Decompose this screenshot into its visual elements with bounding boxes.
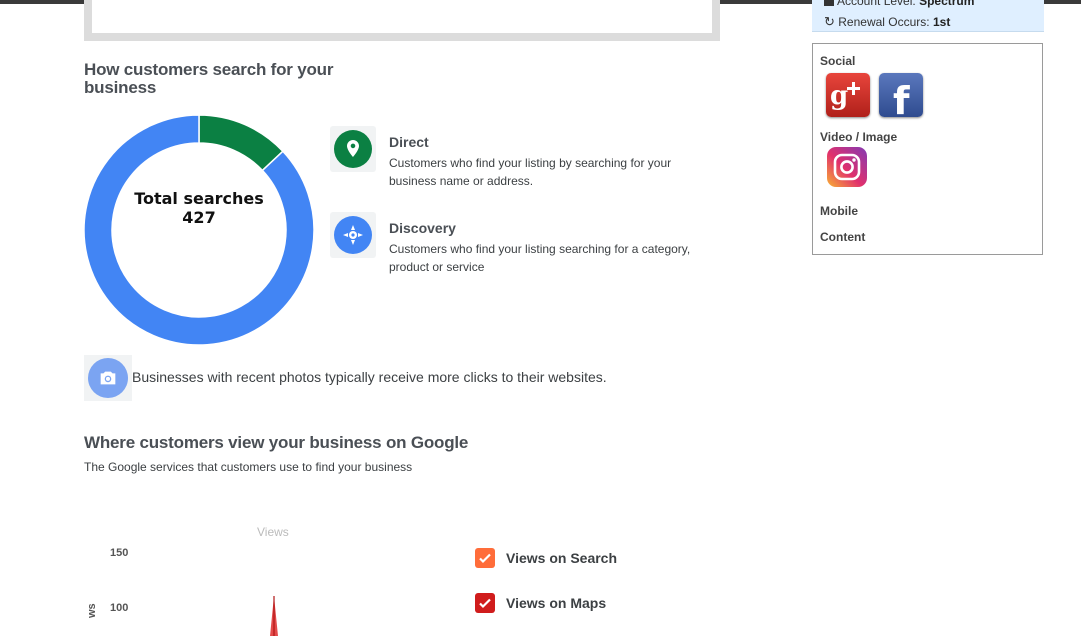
instagram-icon[interactable]: [827, 147, 867, 187]
renewal-label: Renewal Occurs:: [838, 15, 930, 29]
views-section-title: Where customers view your business on Go…: [84, 433, 469, 452]
photo-tip: Businesses with recent photos typically …: [84, 355, 724, 401]
searches-donut-chart: Total searches 427: [84, 115, 314, 345]
check-icon: [479, 598, 491, 609]
compass-icon: [343, 225, 363, 245]
views-on-maps-label: Views on Maps: [506, 595, 607, 611]
content-link[interactable]: Content: [820, 230, 865, 244]
views-on-maps-checkbox[interactable]: [475, 593, 495, 613]
svg-text:f: f: [893, 79, 910, 117]
refresh-icon: ↻: [824, 14, 835, 29]
views-chart-plot: [270, 596, 278, 636]
views-on-search-label: Views on Search: [506, 550, 618, 566]
legend-direct: Direct Customers who find your listing b…: [330, 126, 710, 188]
legend-direct-title: Direct: [389, 134, 429, 150]
account-level-label: Account Level:: [837, 0, 916, 8]
check-icon: [479, 553, 491, 564]
renewal-value: 1st: [932, 15, 951, 29]
legend-discovery-description: Customers who find your listing searchin…: [389, 242, 691, 274]
views-section-subtitle: The Google services that customers use t…: [84, 460, 413, 474]
legend-direct-description: Customers who find your listing by searc…: [389, 156, 672, 188]
total-searches-label: Total searches: [134, 189, 264, 208]
account-level-value: Spectrum: [919, 0, 975, 8]
search-section-title: How customers search for your business: [84, 60, 334, 97]
embedded-panel: [84, 0, 720, 41]
map-pin-icon: [347, 140, 359, 157]
account-info-panel: Account Level: Spectrum ↻ Renewal Occurs…: [812, 0, 1044, 32]
channels-panel: Social g f Video / Image Mobile Content: [812, 43, 1043, 255]
svg-text:g: g: [830, 81, 848, 111]
camera-icon: [100, 371, 116, 385]
views-on-search-checkbox[interactable]: [475, 548, 495, 568]
mobile-link[interactable]: Mobile: [820, 204, 858, 218]
facebook-icon[interactable]: f: [879, 73, 923, 123]
photo-tip-text: Businesses with recent photos typically …: [132, 369, 607, 385]
total-searches-value: 427: [182, 208, 216, 227]
renewal-row: ↻ Renewal Occurs: 1st: [824, 14, 950, 30]
direct-icon-tile: [330, 126, 376, 172]
account-level-row: Account Level: Spectrum: [824, 0, 974, 8]
legend-discovery-title: Discovery: [389, 220, 456, 236]
discovery-icon-tile: [330, 212, 376, 258]
video-image-label: Video / Image: [820, 130, 898, 144]
tag-icon: [824, 0, 834, 7]
donut-center-label: Total searches 427: [84, 189, 314, 227]
photo-tip-icon-tile: [84, 355, 132, 401]
legend-discovery: Discovery Customers who find your listin…: [330, 212, 710, 274]
social-label: Social: [820, 54, 856, 68]
google-plus-icon[interactable]: g: [826, 73, 870, 117]
views-chart: [84, 520, 484, 636]
